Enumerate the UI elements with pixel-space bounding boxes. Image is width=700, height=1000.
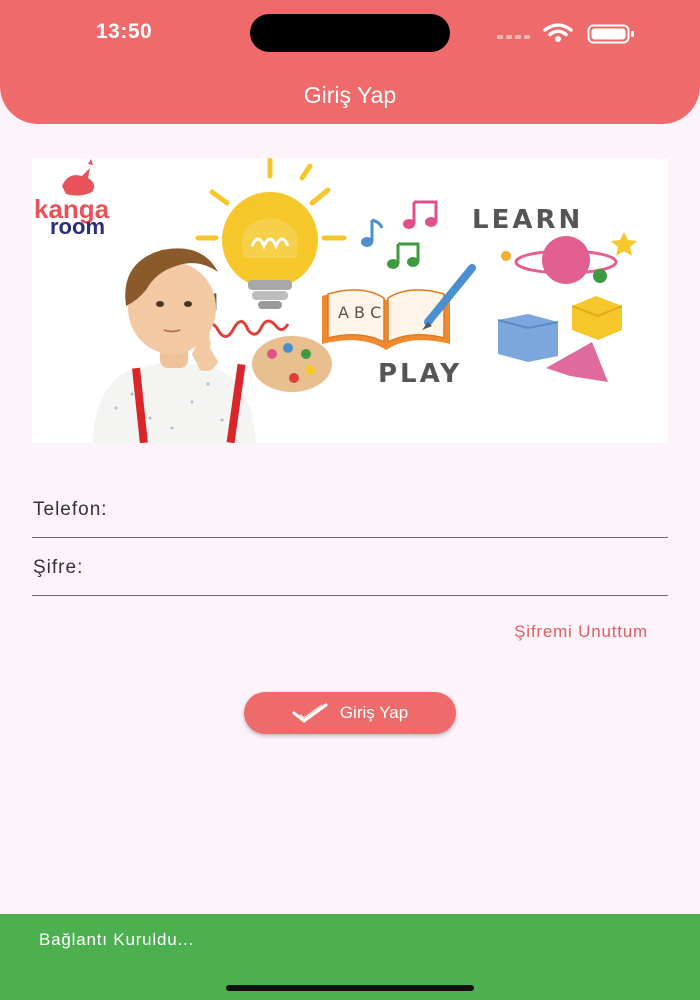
phone-input[interactable] [162, 501, 668, 531]
play-word: PLAY [378, 359, 462, 389]
app-bar: 13:50 Giriş Yap [0, 0, 700, 124]
camera-notch [250, 14, 450, 52]
book-icon: A B C [322, 264, 476, 350]
book-letters: A B C [338, 303, 381, 322]
planet-icon [501, 232, 637, 284]
home-indicator[interactable] [226, 985, 474, 991]
password-field[interactable]: Şifre: [32, 552, 668, 596]
music-notes-icon [361, 200, 438, 269]
learn-word: LEARN [472, 205, 583, 235]
password-input[interactable] [162, 559, 668, 589]
wifi-icon [543, 23, 573, 42]
logo-text-room: room [50, 214, 105, 239]
forgot-password-link[interactable]: Şifremi Unuttum [514, 622, 648, 642]
password-label: Şifre: [33, 557, 84, 578]
battery-icon [587, 24, 634, 44]
status-time: 13:50 [96, 20, 153, 43]
thinking-boy-illustration [92, 248, 256, 443]
kangaroom-logo: kanga room [34, 159, 110, 239]
check-icon [292, 703, 328, 723]
page-title: Giriş Yap [303, 82, 397, 108]
phone-label: Telefon: [33, 499, 108, 520]
login-button[interactable]: Giriş Yap [244, 692, 456, 734]
phone-field[interactable]: Telefon: [32, 494, 668, 538]
palette-icon [252, 336, 332, 392]
login-button-label: Giriş Yap [339, 703, 409, 722]
hero-banner: kanga room LEARN A B C PLAY [32, 158, 668, 443]
snackbar-message: Bağlantı Kuruldu... [39, 930, 195, 949]
signal-icon [497, 35, 530, 39]
shapes-icon [497, 296, 623, 382]
light-bulb-icon [195, 158, 347, 309]
